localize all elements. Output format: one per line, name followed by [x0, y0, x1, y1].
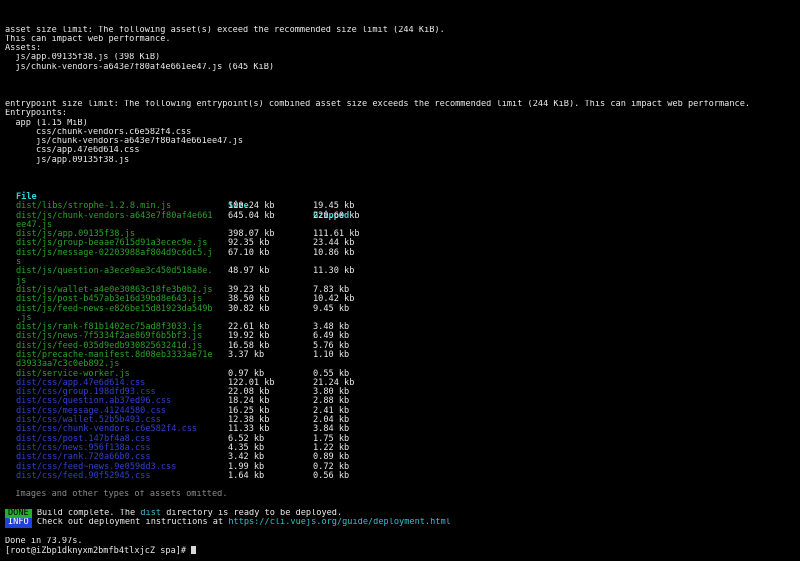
table-row: dist/js/feed~news-e826be15d81923da549b 30… — [5, 303, 795, 314]
gzipped-size: 11.30 kb — [313, 266, 355, 277]
info-line: INFO Check out deployment instructions a… — [5, 518, 795, 528]
file-size: 3.37 kb — [228, 349, 265, 360]
gzipped-size: 10.86 kb — [313, 247, 355, 258]
warning-text-line: This can impact web performance. — [5, 34, 171, 44]
gzipped-size: 0.56 kb — [313, 470, 350, 481]
table-row: dist/js/question-a3ece9ae3c450d518a8e. 48… — [5, 266, 795, 277]
done-badge: DONE — [5, 509, 32, 519]
shell-prompt-line[interactable]: [root@iZbp1dknyxm2bmfb4tlxjcZ spa]# — [5, 546, 795, 556]
file-size: 30.82 kb — [228, 303, 270, 314]
gzipped-size: 220.60 kb — [313, 210, 360, 221]
table-header: File Size Gzipped — [5, 184, 795, 220]
warning-text-line: css/chunk-vendors.c6e582f4.css — [5, 127, 192, 137]
file-path: dist/js/feed~news-e826be15d81923da549b — [16, 303, 213, 314]
table-row: dist/precache-manifest.8d08eb3333ae71e 3.… — [5, 349, 795, 360]
assets-omitted-note: Images and other types of assets omitted… — [15, 490, 228, 500]
table-row: dist/js/chunk-vendors-a643e7f80af4e661 64… — [5, 210, 795, 221]
warning-text-line: js/chunk-vendors-a643e7f80af4e661ee47.js… — [5, 62, 275, 72]
done-text-after: directory is ready to be deployed. — [161, 509, 343, 519]
shell-prompt: [root@iZbp1dknyxm2bmfb4tlxjcZ spa]# — [5, 546, 192, 556]
gzipped-size: 9.45 kb — [313, 303, 350, 314]
file-size: 48.97 kb — [228, 266, 270, 277]
done-time: Done in 73.97s. — [5, 536, 83, 546]
info-text: Check out deployment instructions at — [31, 518, 229, 528]
done-line: DONE Build complete. The dist directory … — [5, 509, 795, 519]
file-size: 67.10 kb — [228, 247, 270, 258]
dist-highlight: dist — [140, 509, 162, 519]
warning-text-line: css/app.47e6d614.css — [5, 146, 140, 156]
deployment-guide-link[interactable]: https://cli.vuejs.org/guide/deployment.h… — [228, 518, 450, 527]
warning-text-line: js/app.09135f38.js (398 KiB) — [5, 53, 161, 63]
warning-text-line: Entrypoints: — [5, 109, 68, 119]
file-path: dist/js/message-02203988af804d9c6dc5.j — [16, 247, 213, 258]
file-size: 645.04 kb — [228, 210, 275, 221]
table-body: dist/libs/strophe-1.2.8.min.js 100.24 kb 1… — [5, 201, 795, 481]
warning-text-line: js/chunk-vendors-a643e7f80af4e661ee47.js — [5, 137, 243, 147]
warning-text-line: js/app.09135f38.js — [5, 155, 130, 165]
warning-text-line: Assets: — [5, 44, 42, 54]
done-text-before: Build complete. The — [31, 509, 141, 519]
gzipped-size: 1.10 kb — [313, 349, 350, 360]
warning-text-line: entrypoint size limit: The following ent… — [5, 99, 751, 109]
terminal-window[interactable]: warning asset size limit: The following … — [5, 7, 795, 561]
table-row: dist/js/message-02203988af804d9c6dc5.j 67… — [5, 247, 795, 258]
file-size: 1.64 kb — [228, 470, 265, 481]
file-path: dist/css/feed.90f52945.css — [16, 470, 151, 481]
info-badge: INFO — [5, 518, 32, 528]
warning-badge-line: warning — [5, 81, 795, 91]
warning-text-line: asset size limit: The following asset(s)… — [5, 25, 445, 35]
terminal-cursor — [191, 546, 197, 555]
warning-text-line: app (1.15 MiB) — [5, 118, 88, 128]
file-path: dist/js/question-a3ece9ae3c450d518a8e. — [16, 266, 213, 277]
warning-badge-line: warning — [5, 7, 795, 16]
table-row: dist/css/feed.90f52945.css 1.64 kb 0.56 kb — [5, 470, 795, 481]
